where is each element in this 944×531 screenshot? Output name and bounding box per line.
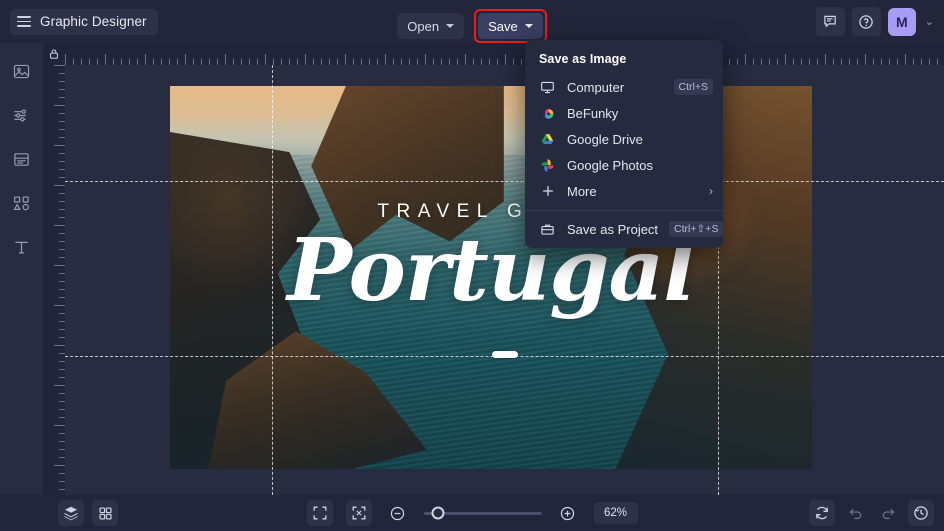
minus-circle-icon[interactable] bbox=[385, 500, 411, 526]
redo-icon[interactable] bbox=[875, 500, 901, 526]
zoom-controls: 62% bbox=[0, 500, 944, 526]
menu-item-google-photos[interactable]: Google Photos bbox=[525, 152, 723, 178]
header-center-actions: Open Save bbox=[0, 9, 944, 43]
app-root: Graphic Designer Open Save bbox=[0, 0, 944, 531]
menu-item-label: BeFunky bbox=[567, 106, 713, 121]
undo-icon[interactable] bbox=[842, 500, 868, 526]
chevron-down-icon bbox=[446, 24, 454, 28]
befunky-icon bbox=[539, 105, 556, 122]
fit-screen-icon[interactable] bbox=[346, 500, 372, 526]
menu-divider bbox=[525, 210, 723, 211]
menu-item-google-drive[interactable]: Google Drive bbox=[525, 126, 723, 152]
bottom-toolbar: 62% bbox=[0, 495, 944, 531]
menu-item-more[interactable]: More › bbox=[525, 178, 723, 204]
header-right-actions: M ⌄ bbox=[816, 7, 936, 36]
menu-item-label: Save as Project bbox=[567, 222, 658, 237]
zoom-slider-handle[interactable] bbox=[432, 507, 445, 520]
fullscreen-icon[interactable] bbox=[307, 500, 333, 526]
monitor-icon bbox=[539, 79, 556, 96]
sidebar-item-graphics[interactable] bbox=[8, 189, 36, 217]
open-button[interactable]: Open bbox=[397, 13, 464, 39]
menu-item-shortcut: Ctrl+S bbox=[674, 79, 713, 95]
open-button-label: Open bbox=[407, 19, 439, 34]
selection-handle[interactable] bbox=[492, 351, 518, 358]
zoom-slider[interactable] bbox=[424, 512, 542, 515]
sidebar-item-templates[interactable] bbox=[8, 145, 36, 173]
canvas-area[interactable]: TRAVEL GUIDE Portugal ✕ bbox=[65, 65, 944, 495]
save-button-highlight: Save bbox=[474, 9, 547, 43]
left-sidebar bbox=[0, 43, 43, 531]
save-button-label: Save bbox=[488, 19, 518, 34]
top-header: Graphic Designer Open Save bbox=[0, 0, 944, 43]
chevron-right-icon: › bbox=[709, 184, 713, 198]
help-icon[interactable] bbox=[852, 7, 881, 36]
bottom-right-tools bbox=[809, 500, 934, 526]
chat-icon[interactable] bbox=[816, 7, 845, 36]
ruler-horizontal[interactable] bbox=[65, 43, 944, 65]
menu-item-label: More bbox=[567, 184, 698, 199]
chevron-down-icon bbox=[525, 24, 533, 28]
menu-item-save-as-project[interactable]: Save as Project Ctrl+⇧+S bbox=[525, 216, 723, 242]
ruler-lock-button[interactable] bbox=[43, 43, 65, 65]
reset-icon[interactable] bbox=[809, 500, 835, 526]
plus-icon bbox=[539, 183, 556, 200]
history-icon[interactable] bbox=[908, 500, 934, 526]
menu-item-label: Computer bbox=[567, 80, 663, 95]
sidebar-item-text[interactable] bbox=[8, 233, 36, 261]
save-dropdown-menu: Save as Image Computer Ctrl+S bbox=[525, 40, 723, 248]
save-button[interactable]: Save bbox=[478, 13, 543, 39]
menu-item-shortcut: Ctrl+⇧+S bbox=[669, 221, 723, 237]
sidebar-item-image[interactable] bbox=[8, 57, 36, 85]
briefcase-icon bbox=[539, 221, 556, 238]
zoom-level-value[interactable]: 62% bbox=[594, 502, 638, 524]
menu-title: Save as Image bbox=[525, 46, 723, 74]
google-photos-icon bbox=[539, 157, 556, 174]
menu-item-computer[interactable]: Computer Ctrl+S bbox=[525, 74, 723, 100]
menu-item-label: Google Drive bbox=[567, 132, 713, 147]
ruler-vertical[interactable] bbox=[43, 65, 65, 495]
sidebar-item-edit[interactable] bbox=[8, 101, 36, 129]
chevron-down-icon[interactable]: ⌄ bbox=[923, 15, 936, 28]
menu-item-label: Google Photos bbox=[567, 158, 713, 173]
menu-item-befunky[interactable]: BeFunky bbox=[525, 100, 723, 126]
google-drive-icon bbox=[539, 131, 556, 148]
avatar[interactable]: M bbox=[888, 8, 916, 36]
plus-circle-icon[interactable] bbox=[555, 500, 581, 526]
